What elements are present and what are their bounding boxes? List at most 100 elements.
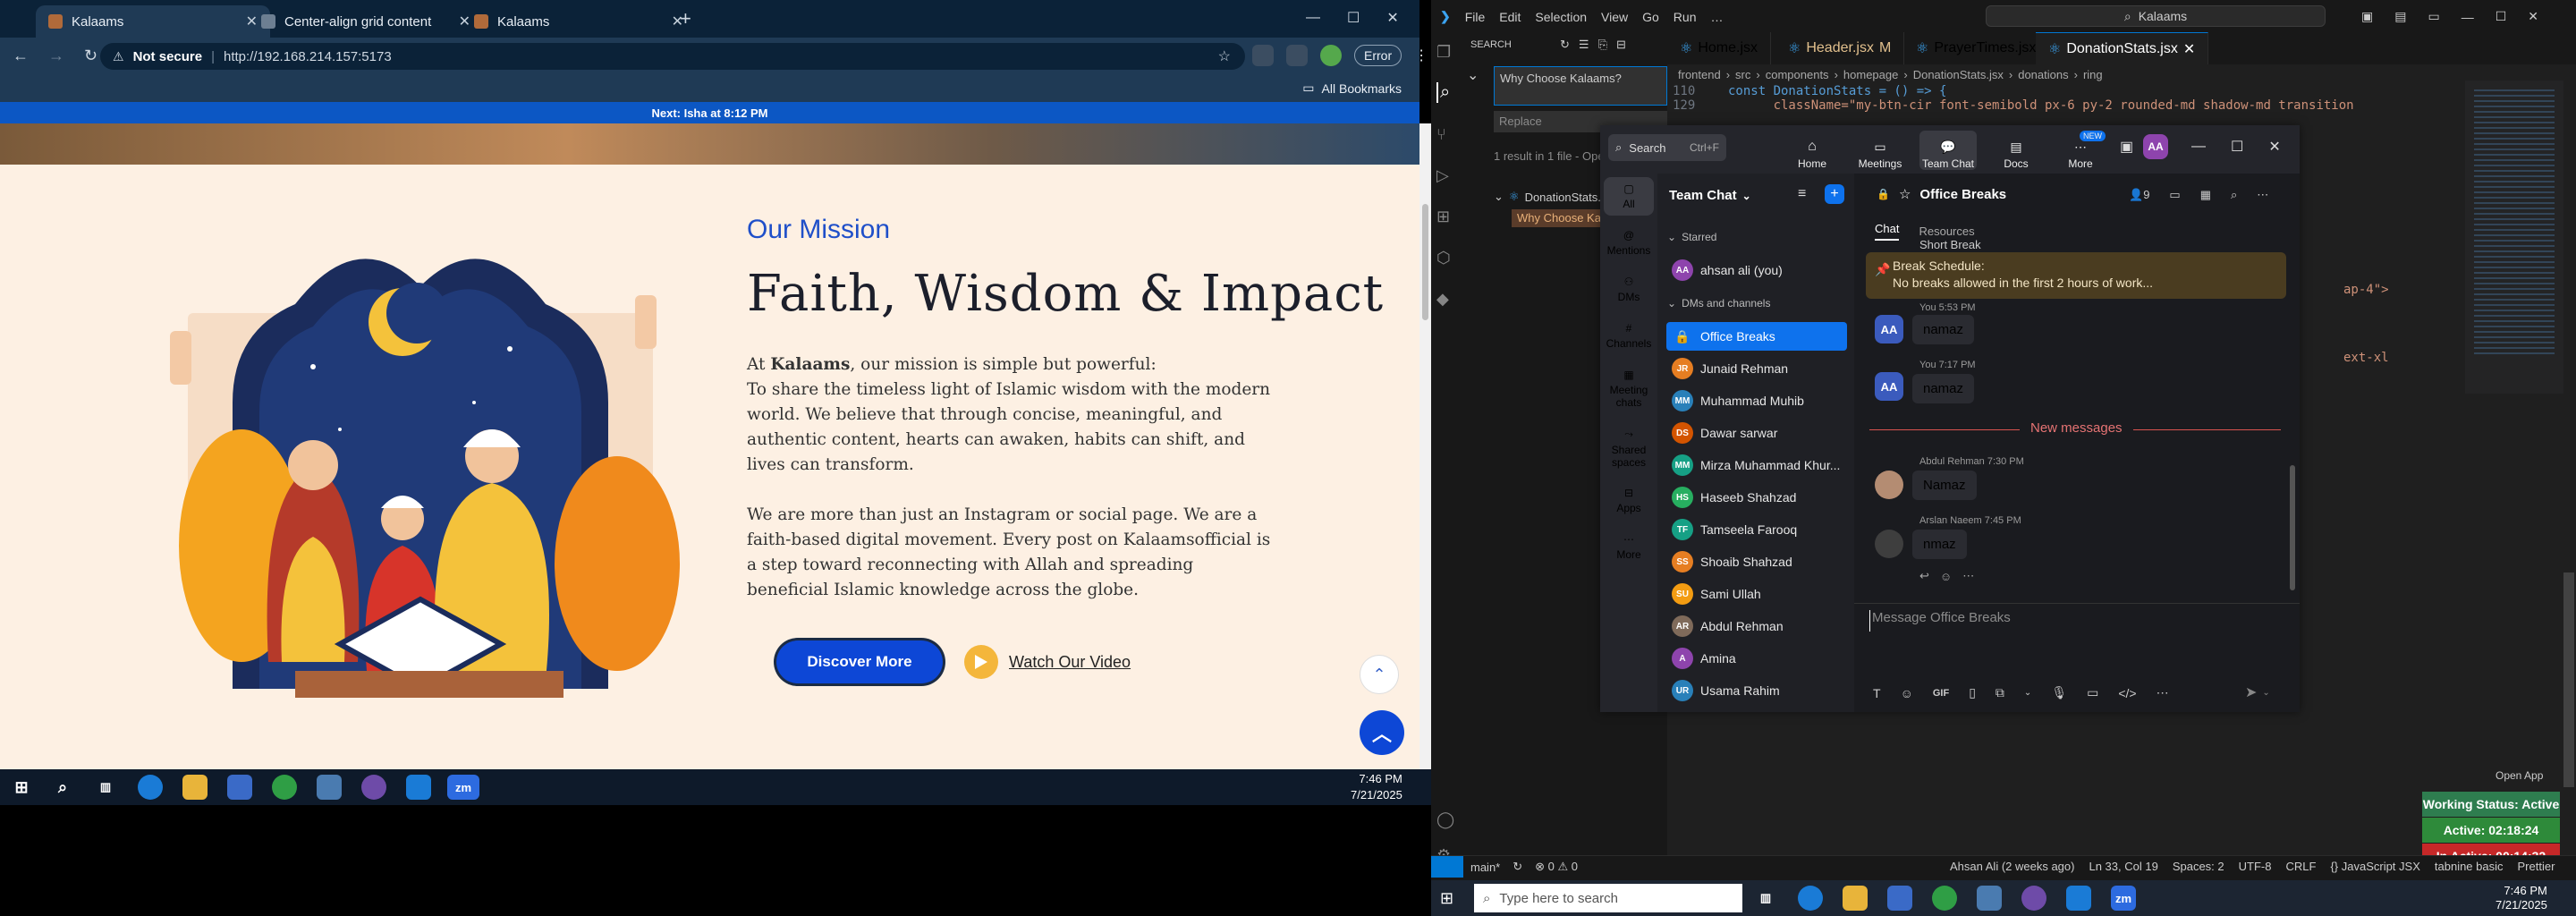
chevron-down-icon[interactable]: ⌄ — [2262, 688, 2269, 698]
chrome-icon[interactable] — [1932, 886, 1957, 911]
watch-video-link[interactable]: Watch Our Video — [964, 640, 1131, 683]
screenshot-icon[interactable]: ⧉ — [1996, 685, 2004, 700]
menu-view[interactable]: View — [1601, 10, 1628, 24]
code-fragment[interactable]: ext-xl — [2343, 351, 2389, 365]
sync-icon[interactable]: ↻ — [1513, 860, 1522, 874]
refresh-icon[interactable]: ↻ — [1560, 38, 1570, 52]
panel-toggle-icon[interactable]: ▭ — [2428, 9, 2439, 24]
tab-prayertimes-jsx[interactable]: ⚛ PrayerTimes.jsx — [1903, 32, 2050, 64]
cursor-position[interactable]: Ln 33, Col 19 — [2089, 860, 2157, 873]
encoding[interactable]: UTF-8 — [2239, 860, 2272, 873]
reply-icon[interactable]: ↩ — [1919, 569, 1929, 583]
result-file[interactable]: ⌄ ⚛ DonationStats.jsx — [1494, 190, 1615, 204]
gif-button[interactable]: GIF — [1933, 688, 1949, 699]
page-scrollbar[interactable] — [1419, 123, 1431, 769]
menu-edit[interactable]: Edit — [1499, 10, 1521, 24]
star-icon[interactable]: ☆ — [1899, 186, 1911, 202]
message-bubble[interactable]: Namaz — [1912, 471, 1977, 500]
chevron-down-icon[interactable]: ⌄ — [2024, 688, 2031, 698]
tab-header-jsx[interactable]: ⚛ Header.jsx M — [1775, 32, 1905, 64]
rail-meeting-chats[interactable]: ▦ Meeting chats — [1604, 363, 1654, 414]
window-layout-icon[interactable]: ▣ — [2120, 138, 2133, 156]
code-snippet-icon[interactable]: </> — [2118, 686, 2136, 700]
language-mode[interactable]: {} JavaScript JSX — [2330, 860, 2419, 873]
tab-home-jsx[interactable]: ⚛ Home.jsx — [1667, 32, 1772, 64]
minimize-icon[interactable]: — — [2462, 10, 2474, 24]
list-item[interactable]: SS Shoaib Shahzad — [1666, 547, 1847, 576]
star-icon[interactable]: ☆ — [1218, 47, 1231, 65]
message-bubble[interactable]: namaz — [1912, 315, 1975, 344]
edge-icon[interactable] — [1798, 886, 1823, 911]
tabnine-icon[interactable]: ◆ — [1436, 290, 1449, 309]
zoom-nav-more[interactable]: NEW ⋯ More — [2052, 131, 2109, 170]
indentation[interactable]: Spaces: 2 — [2173, 860, 2224, 873]
store-icon[interactable] — [1887, 886, 1912, 911]
search-icon[interactable]: ⌕ — [1436, 82, 1450, 103]
forward-icon[interactable]: → — [48, 47, 64, 65]
search-input[interactable]: Why Choose Kalaams? — [1494, 66, 1667, 106]
kebab-menu-icon[interactable]: ⋮ — [1414, 47, 1428, 64]
zoom-user-avatar[interactable]: AA — [2143, 134, 2168, 159]
account-icon[interactable]: ◯ — [1436, 810, 1454, 829]
code-line[interactable]: className="my-btn-cir font-semibold px-6… — [1728, 98, 2354, 113]
discover-more-button[interactable]: Discover More — [776, 640, 943, 683]
layout-icon[interactable]: ▣ — [2361, 9, 2373, 24]
starred-section[interactable]: ⌄ Starred — [1667, 231, 1716, 243]
minimize-icon[interactable]: — — [2191, 139, 2206, 155]
command-center[interactable]: ⌕ Kalaams — [1986, 5, 2326, 27]
chat-scrollbar-thumb[interactable] — [2290, 465, 2295, 590]
code-line[interactable]: const DonationStats = () => { — [1728, 84, 1946, 98]
vscode-icon[interactable] — [406, 775, 431, 800]
scroll-to-top-button[interactable]: ︿ — [1360, 710, 1404, 755]
list-item[interactable]: HS Haseeb Shahzad — [1666, 483, 1847, 512]
zoom-nav-team-chat[interactable]: 💬 Team Chat — [1919, 131, 1977, 170]
vscode-icon[interactable] — [2066, 886, 2091, 911]
rail-all[interactable]: ▢ All — [1604, 177, 1654, 216]
dms-section[interactable]: ⌄ DMs and channels — [1667, 297, 1770, 310]
back-icon[interactable]: ← — [13, 47, 29, 65]
rail-apps[interactable]: ⊟ Apps — [1604, 481, 1654, 520]
list-item[interactable]: UR Usama Rahim — [1666, 676, 1847, 705]
remote-indicator[interactable] — [1431, 856, 1463, 878]
members-count[interactable]: 👤9 — [2129, 188, 2149, 202]
menu-go[interactable]: Go — [1642, 10, 1659, 24]
zoom-search[interactable]: ⌕ Search Ctrl+F — [1608, 134, 1726, 161]
rail-mentions[interactable]: @ Mentions — [1604, 224, 1654, 262]
browser-tab-kalaams-2[interactable]: Kalaams ✕ — [462, 5, 696, 38]
scrollbar-thumb[interactable] — [1422, 204, 1428, 320]
zoom-taskbar-icon[interactable]: zm — [2111, 886, 2136, 911]
zoom-nav-home[interactable]: ⌂ Home — [1784, 131, 1841, 170]
chrome-icon[interactable] — [272, 775, 297, 800]
reload-icon[interactable]: ↻ — [84, 47, 97, 65]
menu-more[interactable]: … — [1710, 10, 1723, 24]
windows-start-icon[interactable]: ⊞ — [1440, 889, 1453, 908]
emoji-icon[interactable]: ☺ — [1901, 686, 1913, 700]
new-chat-button[interactable]: + — [1825, 184, 1844, 204]
more-icon[interactable]: ⋯ — [1962, 569, 1974, 583]
all-bookmarks[interactable]: All Bookmarks — [1322, 81, 1402, 96]
new-tab-button[interactable]: + — [680, 7, 691, 30]
channel-header[interactable]: 🔒 ☆ Office Breaks — [1877, 186, 2006, 203]
search-icon[interactable]: ⌕ — [2231, 188, 2237, 202]
zoom-taskbar-icon[interactable]: zm — [447, 775, 479, 800]
list-item[interactable]: AR Abdul Rehman — [1666, 612, 1847, 640]
prettier-status[interactable]: Prettier — [2518, 860, 2555, 873]
close-icon[interactable]: ✕ — [2183, 40, 2195, 58]
play-icon[interactable] — [964, 645, 998, 679]
rail-channels[interactable]: # Channels — [1604, 317, 1654, 355]
tab-donationstats-jsx[interactable]: ⚛ DonationStats.jsx ✕ — [2036, 32, 2209, 64]
video-icon[interactable]: ▭ — [2169, 188, 2180, 202]
open-app-label[interactable]: Open App — [2496, 769, 2543, 782]
error-badge[interactable]: Error — [1354, 45, 1402, 66]
rail-dms[interactable]: ⚇ DMs — [1604, 270, 1654, 309]
problems-indicator[interactable]: ⊗ 0 ⚠ 0 — [1535, 860, 1578, 874]
close-window-icon[interactable]: ✕ — [1386, 9, 1398, 27]
zoom-nav-docs[interactable]: ▤ Docs — [1987, 131, 2045, 170]
rail-more[interactable]: ⋯ More — [1604, 528, 1654, 566]
git-blame[interactable]: Ahsan Ali (2 weeks ago) — [1950, 860, 2074, 873]
puzzle-icon[interactable] — [1286, 45, 1308, 66]
app-icon[interactable] — [317, 775, 342, 800]
maximize-icon[interactable]: ☐ — [2496, 9, 2507, 24]
send-icon[interactable]: ➤ — [2245, 683, 2257, 701]
maximize-icon[interactable]: ☐ — [1347, 9, 1360, 27]
